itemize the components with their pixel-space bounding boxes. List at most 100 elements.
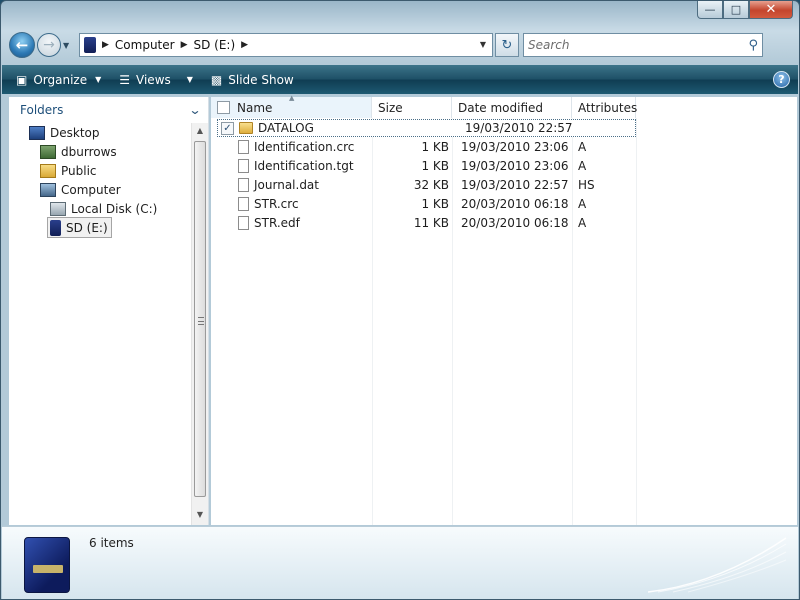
file-attributes: HS (578, 178, 595, 192)
address-history-dropdown[interactable]: ▼ (480, 40, 486, 49)
search-icon[interactable]: ⚲ (748, 38, 758, 53)
tree-item-public[interactable]: Public (40, 161, 97, 180)
views-label: Views (136, 72, 171, 87)
close-button[interactable]: ✕ (749, 1, 793, 19)
file-icon (238, 197, 249, 211)
file-attributes: A (578, 159, 587, 173)
column-header-size[interactable]: Size (372, 97, 452, 118)
file-list: Name ▲ Size Date modified Attributes ✓ D… (211, 94, 797, 525)
organize-button[interactable]: ▣ Organize ▼ (16, 73, 101, 87)
file-name: Journal.dat (254, 178, 319, 192)
folder-icon (40, 163, 56, 178)
recent-pages-dropdown[interactable]: ▼ (63, 41, 75, 50)
search-input[interactable]: Search ⚲ (523, 33, 763, 57)
file-attributes: A (578, 197, 587, 211)
organize-icon: ▣ (16, 72, 28, 87)
hard-disk-icon (50, 201, 66, 216)
decorative-swoosh-icon (648, 537, 787, 593)
tree-item-label: Local Disk (C:) (71, 201, 158, 216)
sort-ascending-icon: ▲ (289, 94, 295, 102)
breadcrumb-separator-icon[interactable]: ▶ (181, 40, 188, 50)
select-all-checkbox[interactable] (217, 101, 230, 114)
column-header-label: Size (378, 100, 403, 115)
folders-header-label: Folders (20, 103, 64, 117)
file-size: 1 KB (421, 197, 449, 211)
nav-scrollbar[interactable]: ▲ ▼ (191, 123, 208, 525)
help-icon[interactable]: ? (773, 71, 790, 88)
back-arrow-icon: ← (15, 36, 29, 54)
column-header-label: Attributes (578, 100, 638, 115)
column-header-attributes[interactable]: Attributes (572, 97, 638, 118)
file-name: Identification.crc (254, 140, 355, 154)
file-name: Identification.tgt (254, 159, 354, 173)
column-header-label: Date modified (458, 100, 544, 115)
breadcrumb-sd[interactable]: SD (E:) (194, 38, 236, 52)
tree-item-desktop[interactable]: Desktop (29, 123, 100, 142)
items-count: 6 items (89, 536, 134, 550)
tree-item-label: dburrows (61, 144, 117, 159)
table-row[interactable]: STR.edf 11 KB 20/03/2010 06:18 A (217, 214, 636, 232)
refresh-icon: ↻ (501, 37, 513, 53)
tree-item-dburrows[interactable]: dburrows (40, 142, 117, 161)
column-divider (636, 118, 637, 525)
file-name: DATALOG (258, 121, 314, 135)
maximize-button[interactable]: □ (723, 1, 749, 19)
forward-arrow-icon: → (43, 37, 55, 53)
scroll-thumb[interactable] (194, 141, 206, 497)
file-name: STR.edf (254, 216, 300, 230)
sd-card-icon (50, 219, 61, 236)
folders-header[interactable]: Folders ⌄ (9, 97, 208, 123)
file-date: 19/03/2010 22:57 (461, 178, 569, 192)
row-checkbox[interactable]: ✓ (221, 121, 234, 135)
breadcrumb-separator-icon[interactable]: ▶ (241, 40, 248, 50)
views-icon: ☰ (119, 72, 131, 87)
chevron-down-icon: ▼ (95, 75, 102, 84)
table-row[interactable]: Identification.tgt 1 KB 19/03/2010 23:06… (217, 157, 636, 175)
column-header-label: Name (237, 100, 273, 115)
column-header-date[interactable]: Date modified (452, 97, 572, 118)
desktop-icon (29, 125, 45, 140)
scroll-down-icon[interactable]: ▼ (192, 507, 208, 523)
file-icon (238, 178, 249, 192)
back-button[interactable]: ← (9, 32, 35, 58)
file-size: 1 KB (421, 140, 449, 154)
file-size: 1 KB (421, 159, 449, 173)
tree-item-label: SD (E:) (66, 220, 108, 235)
scroll-up-icon[interactable]: ▲ (192, 123, 208, 139)
table-row[interactable]: STR.crc 1 KB 20/03/2010 06:18 A (217, 195, 636, 213)
breadcrumb-computer[interactable]: Computer (115, 38, 175, 52)
table-row[interactable]: Identification.crc 1 KB 19/03/2010 23:06… (217, 138, 636, 156)
chevron-down-icon: ▼ (186, 75, 193, 84)
table-row[interactable]: ✓ DATALOG 19/03/2010 22:57 (217, 119, 636, 137)
file-icon (238, 159, 249, 173)
details-pane: 6 items (2, 526, 798, 599)
column-header-name[interactable]: Name ▲ (211, 94, 372, 118)
file-date: 19/03/2010 23:06 (461, 140, 569, 154)
refresh-button[interactable]: ↻ (495, 33, 519, 57)
file-date: 19/03/2010 23:06 (461, 159, 569, 173)
slideshow-button[interactable]: ▩ Slide Show (211, 73, 294, 87)
address-row: ← → ▼ ▶ Computer ▶ SD (E:) ▶ ▼ ↻ Search … (9, 31, 791, 59)
table-row[interactable]: Journal.dat 32 KB 19/03/2010 22:57 HS (217, 176, 636, 194)
file-icon (238, 140, 249, 154)
file-date: 20/03/2010 06:18 (461, 197, 569, 211)
address-bar[interactable]: ▶ Computer ▶ SD (E:) ▶ ▼ (79, 33, 493, 57)
forward-button[interactable]: → (37, 33, 61, 57)
search-placeholder: Search (528, 38, 570, 52)
user-folder-icon (40, 144, 56, 159)
minimize-button[interactable]: — (697, 1, 723, 19)
chevron-down-icon[interactable]: ⌄ (188, 103, 201, 117)
slideshow-label: Slide Show (228, 72, 294, 87)
tree-item-local-disk[interactable]: Local Disk (C:) (50, 199, 157, 218)
tree-item-sd[interactable]: SD (E:) (47, 217, 112, 238)
sd-card-icon (24, 537, 70, 593)
file-name: STR.crc (254, 197, 299, 211)
organize-label: Organize (33, 72, 88, 87)
tree-item-computer[interactable]: Computer (40, 180, 121, 199)
file-attributes: A (578, 216, 587, 230)
slideshow-icon: ▩ (210, 72, 223, 87)
computer-icon (40, 182, 56, 197)
tree-item-label: Public (61, 163, 97, 178)
breadcrumb-separator-icon[interactable]: ▶ (102, 40, 109, 50)
views-button[interactable]: ☰ Views ▼ (119, 73, 193, 87)
